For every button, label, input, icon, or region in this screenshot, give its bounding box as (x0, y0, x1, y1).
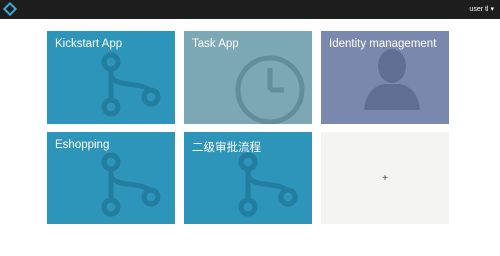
user-name: user tl (469, 6, 489, 13)
add-app-tile[interactable]: + (321, 132, 449, 224)
plus-icon: + (382, 172, 388, 184)
user-menu[interactable]: user tl ▾ (469, 3, 494, 16)
app-title: Kickstart App (55, 38, 123, 50)
app-tile-identity[interactable]: Identity management (321, 31, 449, 124)
workflow-icon (101, 152, 161, 217)
app-tile-task[interactable]: Task App (184, 31, 312, 124)
chevron-down-icon: ▾ (490, 6, 494, 13)
top-bar: user tl ▾ (0, 0, 500, 19)
workflow-icon (101, 52, 161, 117)
app-tile-kickstart[interactable]: Kickstart App (47, 31, 175, 124)
app-title: Task App (192, 38, 239, 50)
app-tile-approval-flow[interactable]: 二级审批流程 (184, 132, 312, 224)
clock-icon (235, 55, 305, 124)
workflow-icon (238, 152, 298, 217)
app-title: Eshopping (55, 139, 110, 151)
diamond-logo-icon[interactable] (3, 2, 17, 16)
app-tile-eshopping[interactable]: Eshopping (47, 132, 175, 224)
user-silhouette-icon (364, 49, 420, 110)
